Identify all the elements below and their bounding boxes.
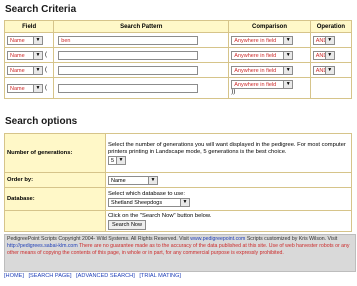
generations-label: Number of generations:: [4, 133, 106, 173]
chevron-down-icon: ▼: [283, 36, 293, 44]
search-now-instruction: Click on the "Search Now" button below.: [108, 212, 212, 219]
operation-select[interactable]: AND ▼: [312, 50, 335, 60]
search-pattern-input[interactable]: [58, 83, 199, 93]
chevron-down-icon: ▼: [324, 36, 334, 44]
search-criteria-table: Field Search Pattern Comparison Operatio…: [3, 20, 353, 99]
field-select[interactable]: Name ▼: [7, 65, 43, 75]
comparison-header: Comparison: [228, 20, 311, 33]
chevron-down-icon: ▼: [324, 51, 334, 59]
open-paren: (: [45, 85, 47, 91]
chevron-down-icon: ▼: [283, 51, 293, 59]
generations-select[interactable]: 5 ▼: [108, 155, 126, 165]
criteria-row: Name ▼( Anywhere in field ▼ AND ▼: [3, 62, 353, 78]
trial-mating-link[interactable]: [TRIAL MATING]: [139, 273, 181, 279]
search-pattern-input[interactable]: ben: [58, 35, 199, 45]
search-options-title: Search options: [5, 116, 78, 127]
criteria-row: Name ▼( Anywhere in field ▼)): [3, 77, 353, 99]
operation-select[interactable]: AND ▼: [312, 65, 335, 75]
criteria-row: Name ▼ ben Anywhere in field ▼ AND ▼: [3, 32, 353, 48]
database-description: Select which database to use:: [108, 191, 186, 197]
order-by-label: Order by:: [4, 172, 106, 188]
search-options-table: Number of generations: Select the number…: [4, 133, 352, 232]
chevron-down-icon: ▼: [148, 176, 157, 184]
field-select[interactable]: Name ▼: [7, 50, 43, 60]
field-select[interactable]: Name ▼: [7, 35, 43, 45]
header-row: Field Search Pattern Comparison Operatio…: [3, 20, 353, 33]
chevron-down-icon: ▼: [180, 199, 189, 206]
chevron-down-icon: ▼: [33, 51, 42, 59]
chevron-down-icon: ▼: [324, 66, 334, 74]
chevron-down-icon: ▼: [116, 156, 125, 164]
database-label: Database:: [4, 187, 106, 211]
chevron-down-icon: ▼: [283, 66, 293, 74]
search-criteria-title: Search Criteria: [5, 4, 77, 15]
field-header: Field: [3, 20, 55, 33]
chevron-down-icon: ▼: [283, 80, 293, 88]
search-pattern-input[interactable]: [58, 65, 199, 75]
database-select[interactable]: Shetland Sheepdogs ▼: [108, 198, 190, 207]
order-by-row: Order by: Name ▼: [4, 172, 352, 188]
advanced-search-link[interactable]: [ADVANCED SEARCH]: [76, 273, 135, 279]
footer-copyright: PedigreePoint Scripts Copyright 2004- Wi…: [7, 236, 189, 242]
sabai-link[interactable]: http://pedigrees.sabai-klm.com: [7, 243, 78, 249]
nav-links: [HOME] [SEARCH PAGE] [ADVANCED SEARCH] […: [4, 273, 184, 279]
home-link[interactable]: [HOME]: [4, 273, 24, 279]
open-paren: (: [45, 67, 47, 73]
operation-header: Operation: [309, 20, 353, 33]
criteria-row: Name ▼( Anywhere in field ▼ AND ▼: [3, 47, 353, 63]
footer-scripts: Scripts: [246, 236, 263, 242]
chevron-down-icon: ▼: [33, 36, 42, 44]
footer: PedigreePoint Scripts Copyright 2004- Wi…: [4, 234, 356, 272]
operation-select[interactable]: AND ▼: [312, 35, 335, 45]
comparison-select[interactable]: Anywhere in field ▼: [231, 65, 294, 75]
search-now-row: Click on the "Search Now" button below. …: [4, 210, 352, 232]
search-now-button[interactable]: Search Now: [108, 219, 146, 230]
open-paren: (: [45, 52, 47, 58]
footer-customized: customized by Kris Wilson. Visit: [264, 236, 338, 242]
field-select[interactable]: Name ▼: [7, 83, 43, 93]
chevron-down-icon: ▼: [33, 84, 42, 92]
database-row: Database: Select which database to use: …: [4, 187, 352, 211]
order-by-select[interactable]: Name ▼: [108, 175, 158, 185]
comparison-select[interactable]: Anywhere in field ▼: [231, 79, 294, 89]
pedigreepoint-link[interactable]: www.pedigreepoint.com: [190, 236, 245, 242]
search-page-link[interactable]: [SEARCH PAGE]: [28, 273, 71, 279]
search-pattern-header: Search Pattern: [53, 20, 230, 33]
generations-description: Select the number of generations you wil…: [108, 141, 346, 155]
comparison-select[interactable]: Anywhere in field ▼: [231, 35, 294, 45]
chevron-down-icon: ▼: [33, 66, 42, 74]
comparison-select[interactable]: Anywhere in field ▼: [231, 50, 294, 60]
generations-row: Number of generations: Select the number…: [4, 133, 352, 173]
search-pattern-input[interactable]: [58, 50, 199, 60]
